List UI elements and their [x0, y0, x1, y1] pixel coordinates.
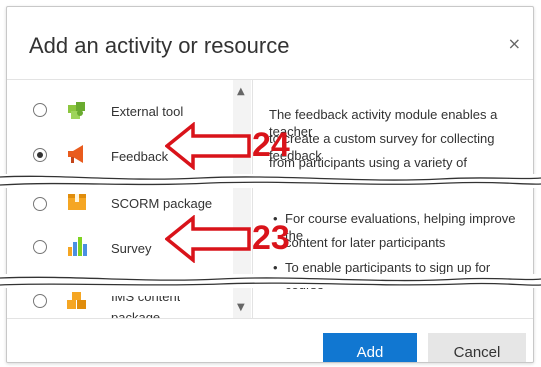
- megaphone-icon: [68, 145, 83, 163]
- torn-edge-divider: [0, 174, 541, 188]
- add-button[interactable]: Add: [323, 333, 417, 362]
- callout-number-23: 23: [252, 219, 290, 257]
- item-label: Survey: [111, 241, 152, 256]
- puzzle-icon: [68, 102, 85, 119]
- callout-arrow-icon: [165, 122, 251, 170]
- item-label: SCORM package: [111, 196, 213, 211]
- scroll-up-icon[interactable]: ▲: [237, 86, 245, 97]
- torn-edge-divider: [0, 274, 541, 288]
- callout-number-24: 24: [252, 126, 290, 164]
- dialog-title: Add an activity or resource: [29, 33, 290, 58]
- radio-feedback[interactable]: [33, 148, 47, 162]
- scorm-box-icon: [68, 194, 86, 210]
- bar-chart-icon: [68, 237, 87, 256]
- item-label: External tool: [111, 104, 184, 119]
- dialog-header: Add an activity or resource ×: [7, 7, 533, 80]
- description-line: content for later participants: [285, 235, 446, 250]
- radio-external-tool[interactable]: [33, 103, 47, 117]
- close-icon[interactable]: ×: [508, 34, 521, 53]
- scroll-down-icon[interactable]: ▼: [237, 302, 245, 313]
- radio-ims-content-package[interactable]: [33, 294, 47, 308]
- list-item-ims-content-package[interactable]: IMS content package: [7, 282, 233, 325]
- radio-survey[interactable]: [33, 240, 47, 254]
- callout-arrow-icon: [165, 215, 251, 263]
- item-label: Feedback: [111, 149, 169, 164]
- cancel-button[interactable]: Cancel: [428, 333, 526, 362]
- ims-package-icon: [67, 292, 86, 309]
- radio-scorm-package[interactable]: [33, 197, 47, 211]
- dialog-footer: Add Cancel: [7, 318, 533, 362]
